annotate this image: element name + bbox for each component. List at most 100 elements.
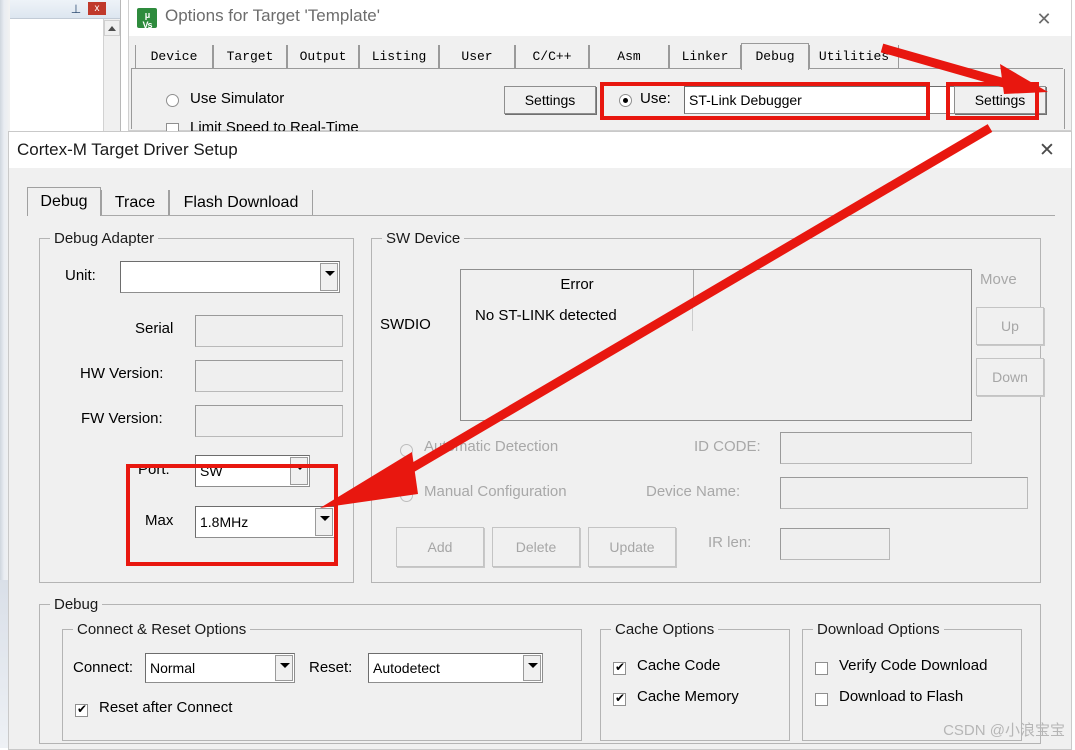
options-tab-bar: Device Target Output Listing User C/C++ …: [131, 43, 911, 70]
highlight-box-use-debugger: [600, 82, 930, 120]
chevron-down-icon[interactable]: [275, 655, 293, 681]
scroll-up-icon[interactable]: [104, 20, 120, 36]
checkbox-glyph: [75, 702, 88, 718]
cortex-m-target-driver-setup-dialog: Cortex-M Target Driver Setup ✕ Debug Tra…: [8, 131, 1072, 750]
cortex-dialog-title: Cortex-M Target Driver Setup: [17, 140, 238, 159]
cortex-dialog-close-button[interactable]: ✕: [1029, 138, 1065, 164]
simulator-settings-button[interactable]: Settings: [504, 86, 596, 114]
pin-icon[interactable]: ⊥: [70, 2, 82, 16]
highlight-box-settings-button: [946, 82, 1039, 120]
cache-memory-label: Cache Memory: [637, 688, 739, 705]
table-header-error[interactable]: Error: [461, 270, 694, 300]
cache-memory-checkbox[interactable]: [613, 691, 626, 707]
tab-target[interactable]: Target: [213, 45, 287, 68]
tab-flash-download[interactable]: Flash Download: [169, 190, 313, 215]
options-dialog-title: Options for Target 'Template': [165, 6, 381, 25]
connect-select-value: Normal: [150, 660, 196, 676]
cortex-tab-underline: [27, 215, 1055, 216]
connect-select[interactable]: Normal: [145, 653, 295, 683]
connect-reset-legend: Connect & Reset Options: [73, 621, 251, 638]
tab-user[interactable]: User: [439, 45, 515, 68]
download-options-legend: Download Options: [813, 621, 944, 638]
highlight-box-port-max: [126, 464, 338, 566]
sw-device-table[interactable]: Error No ST-LINK detected: [460, 269, 972, 421]
cache-options-group: Cache Options Cache Code Cache Memory: [600, 621, 790, 741]
reset-after-connect-checkbox[interactable]: [75, 702, 88, 718]
cache-code-label: Cache Code: [637, 657, 721, 674]
tab-trace[interactable]: Trace: [101, 190, 169, 215]
reset-label: Reset:: [309, 659, 353, 676]
connect-label: Connect:: [73, 659, 134, 676]
table-cell-error: No ST-LINK detected: [461, 301, 693, 331]
checkbox-glyph: [815, 693, 828, 707]
hw-version-label: HW Version:: [80, 365, 164, 382]
sw-device-group: SW Device SWDIO Error No ST-LINK detecte…: [371, 230, 1044, 583]
tab-debug[interactable]: Debug: [27, 187, 101, 216]
table-header-row: Error: [461, 270, 969, 302]
tab-asm[interactable]: Asm: [589, 45, 669, 68]
update-button[interactable]: Update: [588, 527, 676, 567]
tab-debug[interactable]: Debug: [741, 43, 809, 70]
tab-listing[interactable]: Listing: [359, 45, 439, 68]
serial-label: Serial: [135, 320, 174, 337]
ir-len-field[interactable]: [780, 528, 890, 560]
move-up-button[interactable]: Up: [976, 307, 1044, 345]
reset-select[interactable]: Autodetect: [368, 653, 543, 683]
table-row[interactable]: No ST-LINK detected: [461, 301, 969, 419]
fw-version-label: FW Version:: [81, 410, 163, 427]
verify-code-download-checkbox[interactable]: [815, 660, 828, 676]
csdn-watermark: CSDN @小浪宝宝: [943, 722, 1065, 739]
keil-app-icon: μ Vs: [137, 8, 157, 30]
serial-field[interactable]: [195, 315, 343, 347]
download-to-flash-label: Download to Flash: [839, 688, 964, 705]
radio-glyph: [400, 489, 413, 503]
use-simulator-label: Use Simulator: [190, 90, 285, 107]
unit-label: Unit:: [65, 267, 96, 284]
manual-configuration-label: Manual Configuration: [424, 483, 567, 500]
swdio-label: SWDIO: [380, 316, 431, 333]
delete-button[interactable]: Delete: [492, 527, 580, 567]
cortex-dialog-titlebar: Cortex-M Target Driver Setup ✕: [9, 132, 1071, 168]
fw-version-field[interactable]: [195, 405, 343, 437]
automatic-detection-label: Automatic Detection: [424, 438, 559, 455]
hw-version-field[interactable]: [195, 360, 343, 392]
panel-close-icon[interactable]: x: [88, 2, 106, 15]
use-simulator-radio[interactable]: [166, 92, 179, 108]
checkbox-glyph: [613, 660, 626, 676]
unit-select[interactable]: [120, 261, 340, 293]
download-to-flash-checkbox[interactable]: [815, 691, 828, 707]
options-dialog-close-button[interactable]: ✕: [1024, 6, 1064, 32]
sw-device-legend: SW Device: [382, 230, 465, 247]
panel-scrollbar[interactable]: [103, 19, 120, 139]
checkbox-glyph: [815, 662, 828, 676]
debug-group: Debug Connect & Reset Options Connect: N…: [39, 596, 1041, 744]
chevron-down-icon[interactable]: [523, 655, 541, 681]
debug-adapter-legend: Debug Adapter: [50, 230, 159, 247]
table-header-blank[interactable]: [694, 270, 969, 300]
add-button[interactable]: Add: [396, 527, 484, 567]
id-code-field[interactable]: [780, 432, 972, 464]
options-dialog-titlebar: μ Vs Options for Target 'Template' ✕: [129, 0, 1071, 36]
cache-code-checkbox[interactable]: [613, 660, 626, 676]
tab-device[interactable]: Device: [135, 45, 213, 68]
id-code-label: ID CODE:: [694, 438, 761, 455]
tab-output[interactable]: Output: [287, 45, 359, 68]
device-name-field[interactable]: [780, 477, 1028, 509]
connect-reset-options-group: Connect & Reset Options Connect: Normal …: [62, 621, 582, 741]
tab-utilities[interactable]: Utilities: [809, 45, 899, 68]
tab-c-cpp[interactable]: C/C++: [515, 45, 589, 68]
radio-glyph: [166, 94, 179, 108]
tab-linker[interactable]: Linker: [669, 45, 741, 68]
reset-after-connect-label: Reset after Connect: [99, 699, 233, 716]
manual-configuration-radio[interactable]: [400, 487, 413, 503]
ir-len-label: IR len:: [708, 534, 752, 551]
cache-options-legend: Cache Options: [611, 621, 719, 638]
reset-select-value: Autodetect: [373, 660, 440, 676]
chevron-down-icon[interactable]: [320, 263, 338, 291]
verify-code-download-label: Verify Code Download: [839, 657, 988, 674]
automatic-detection-radio[interactable]: [400, 442, 413, 458]
move-down-button[interactable]: Down: [976, 358, 1044, 396]
radio-glyph: [400, 444, 413, 458]
checkbox-glyph: [613, 691, 626, 707]
device-name-label: Device Name:: [646, 483, 741, 500]
